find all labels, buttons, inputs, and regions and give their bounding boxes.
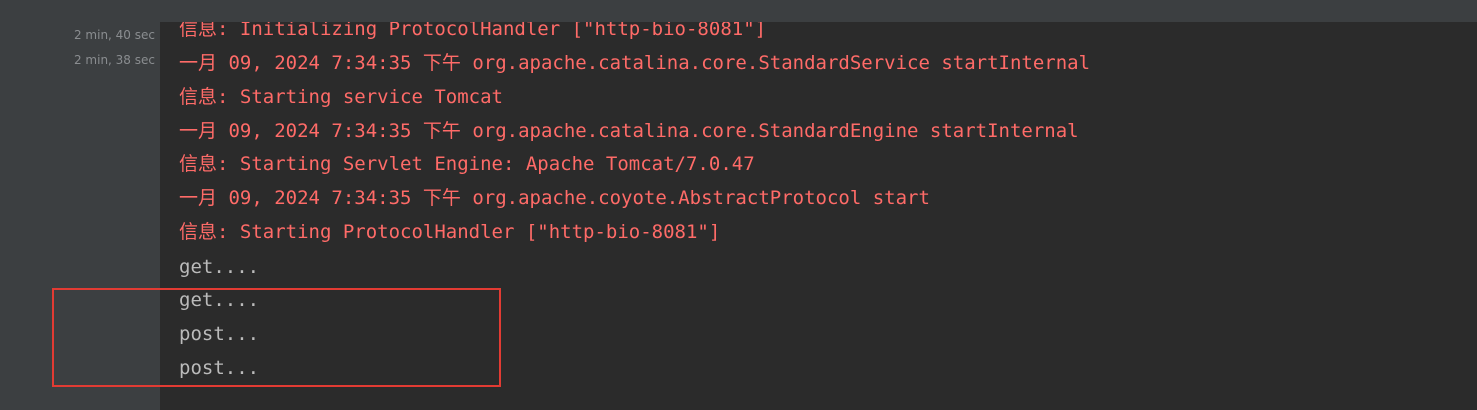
console-line: get....: [179, 256, 260, 278]
timestamp: 2 min, 38 sec: [73, 53, 155, 67]
console-line: 信息: Starting service Tomcat: [179, 86, 503, 108]
console-line: 信息: Starting Servlet Engine: Apache Tomc…: [179, 153, 755, 175]
console-line: 一月 09, 2024 7:34:35 下午 org.apache.catali…: [179, 52, 1091, 74]
highlight-annotation-box: [52, 288, 501, 387]
console-line: 信息: Initializing ProtocolHandler ["http-…: [179, 22, 767, 40]
top-toolbar: [0, 0, 1477, 22]
gutter-top: [0, 0, 160, 22]
timestamp: 2 min, 40 sec: [73, 28, 155, 42]
console-line: 一月 09, 2024 7:34:35 下午 org.apache.catali…: [179, 120, 1079, 142]
console-line: 一月 09, 2024 7:34:35 下午 org.apache.coyote…: [179, 187, 930, 209]
console-line: 信息: Starting ProtocolHandler ["http-bio-…: [179, 221, 721, 243]
